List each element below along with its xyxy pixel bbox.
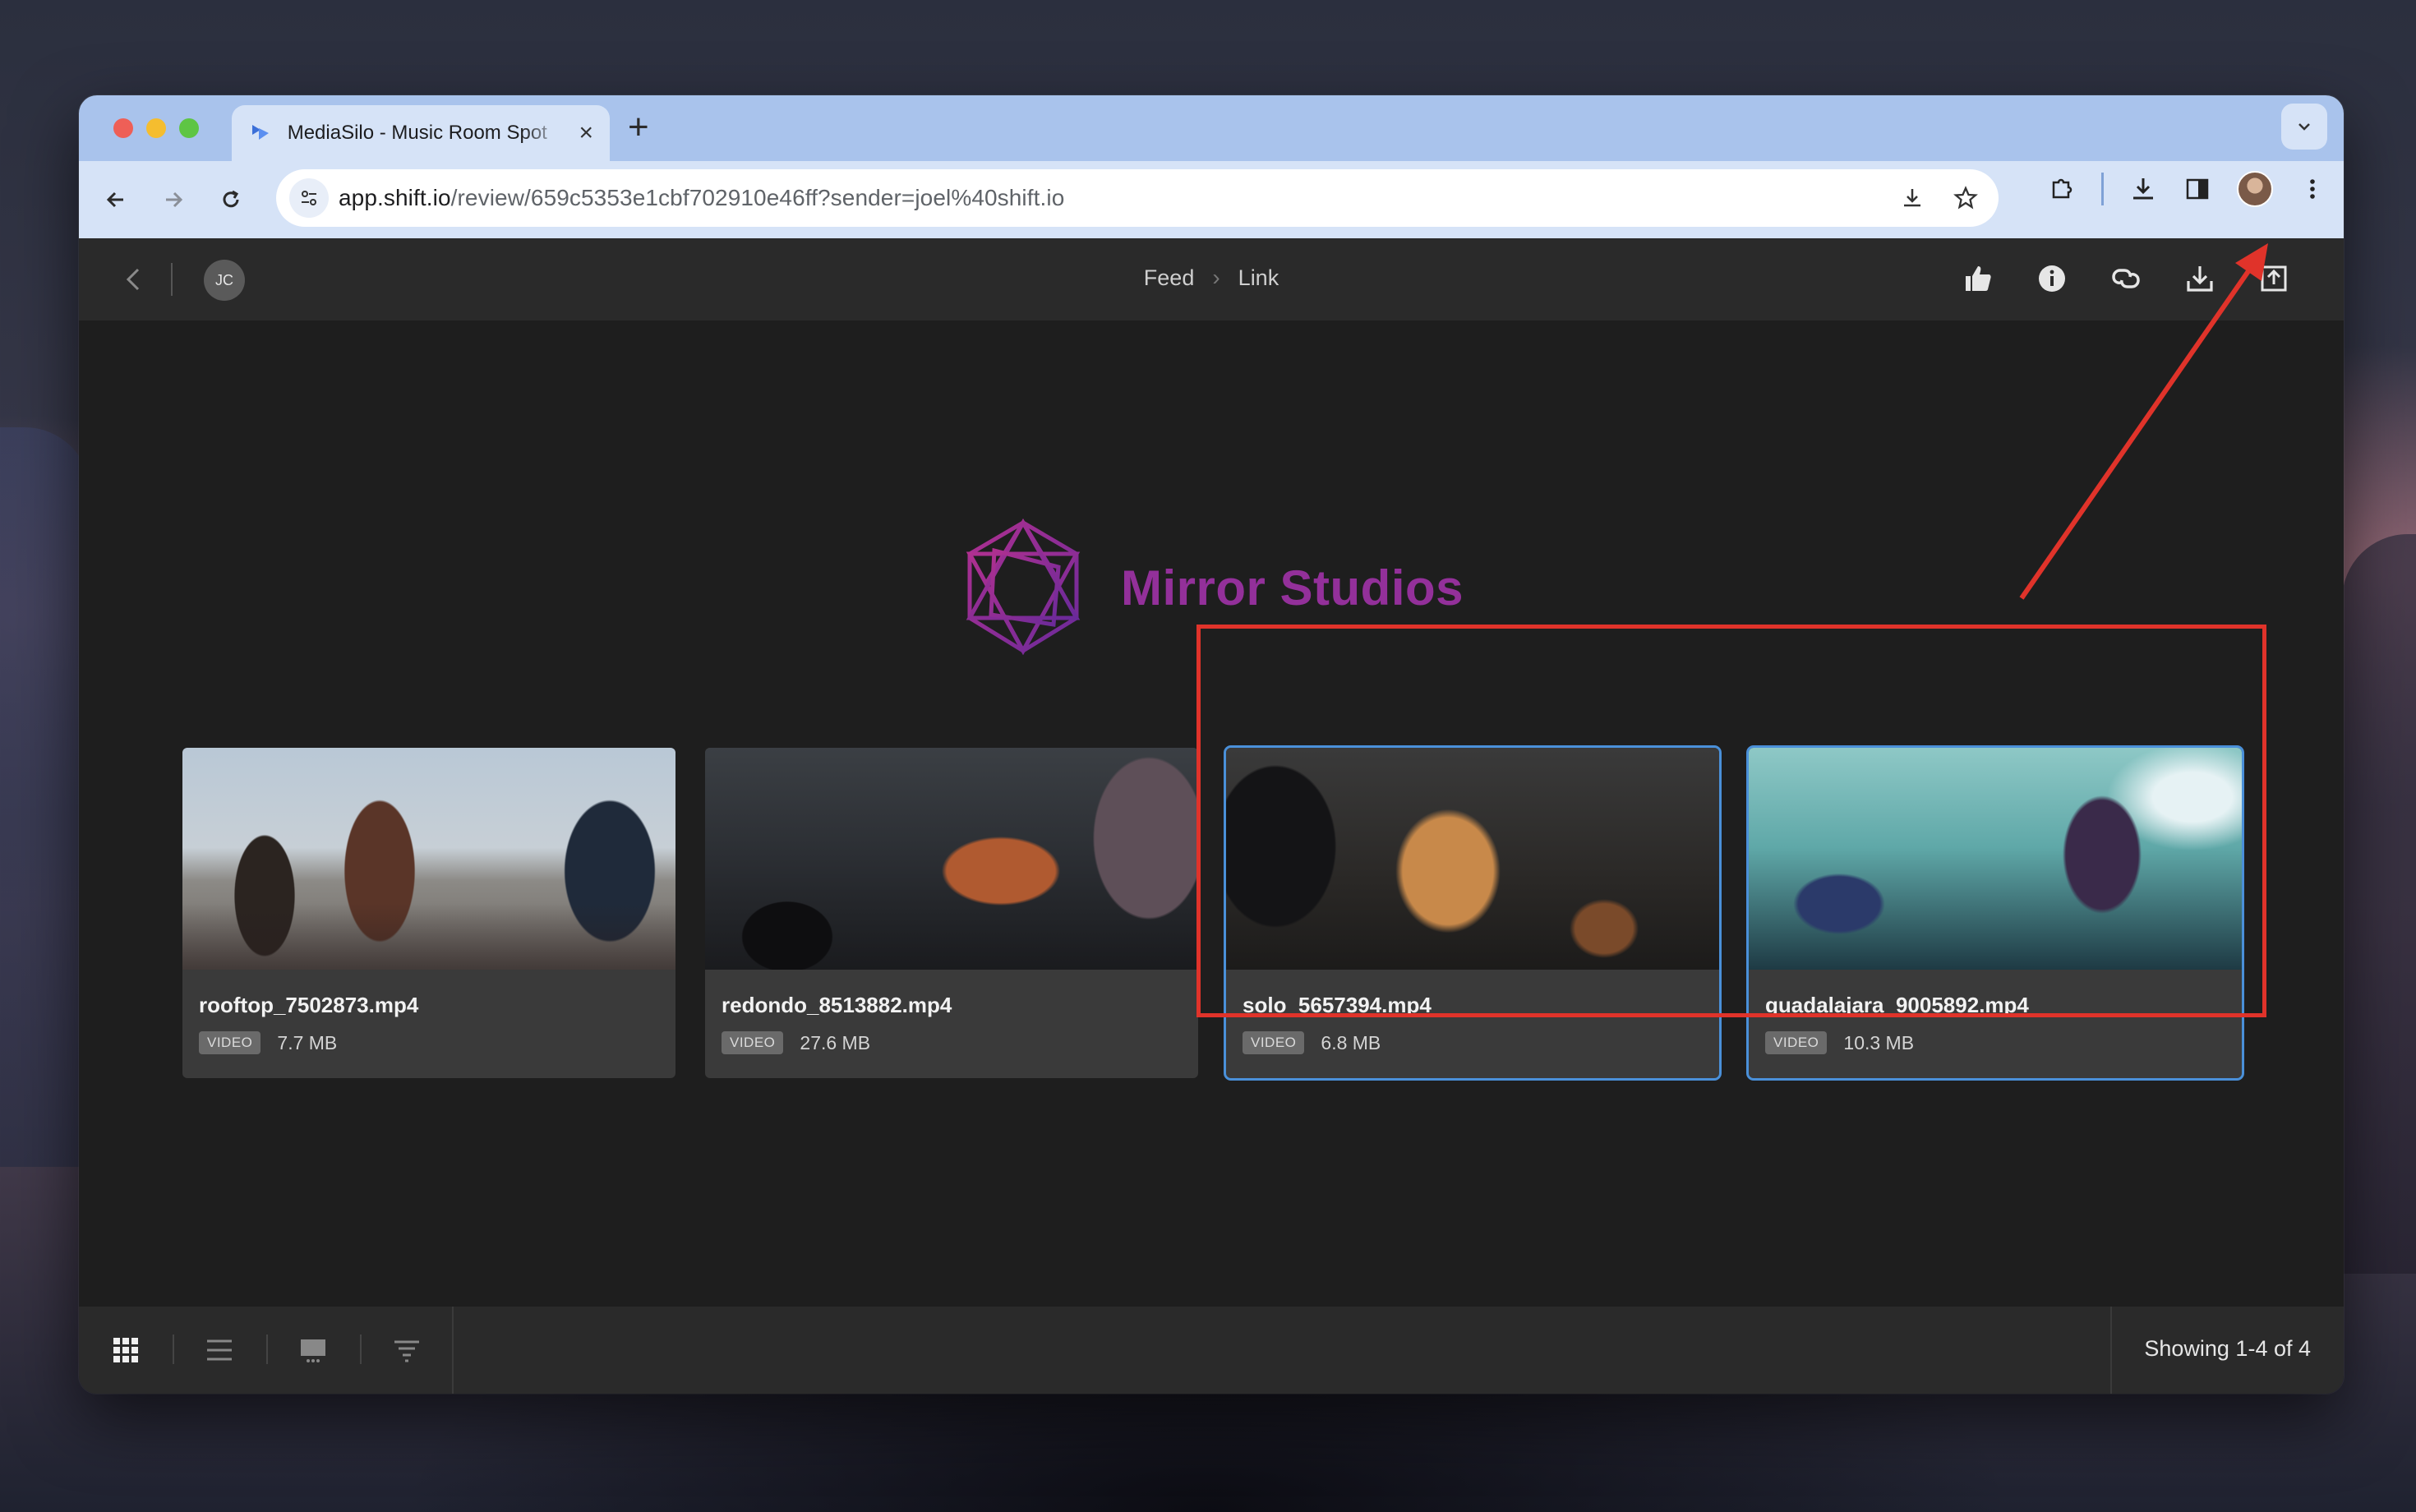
annotation-arrow-icon [2019,243,2268,600]
list-view-button[interactable] [173,1307,266,1394]
footer-bar: Showing 1-4 of 4 [79,1307,2344,1394]
filter-button[interactable] [360,1307,454,1394]
list-view-icon [207,1339,232,1361]
desktop-hill-left [0,427,90,1167]
view-switcher [79,1307,454,1394]
browser-window: MediaSilo - Music Room Spot × + app.shif… [79,95,2344,1394]
presentation-view-button[interactable] [266,1307,360,1394]
grid-view-icon [113,1338,138,1362]
desktop-hill-right [2342,534,2416,1274]
grid-view-button[interactable] [79,1307,173,1394]
filter-icon [394,1340,419,1362]
presentation-view-icon [301,1339,325,1362]
footer-divider [452,1307,454,1394]
footer-divider [2110,1307,2112,1394]
pagination-status: Showing 1-4 of 4 [2144,1336,2311,1361]
